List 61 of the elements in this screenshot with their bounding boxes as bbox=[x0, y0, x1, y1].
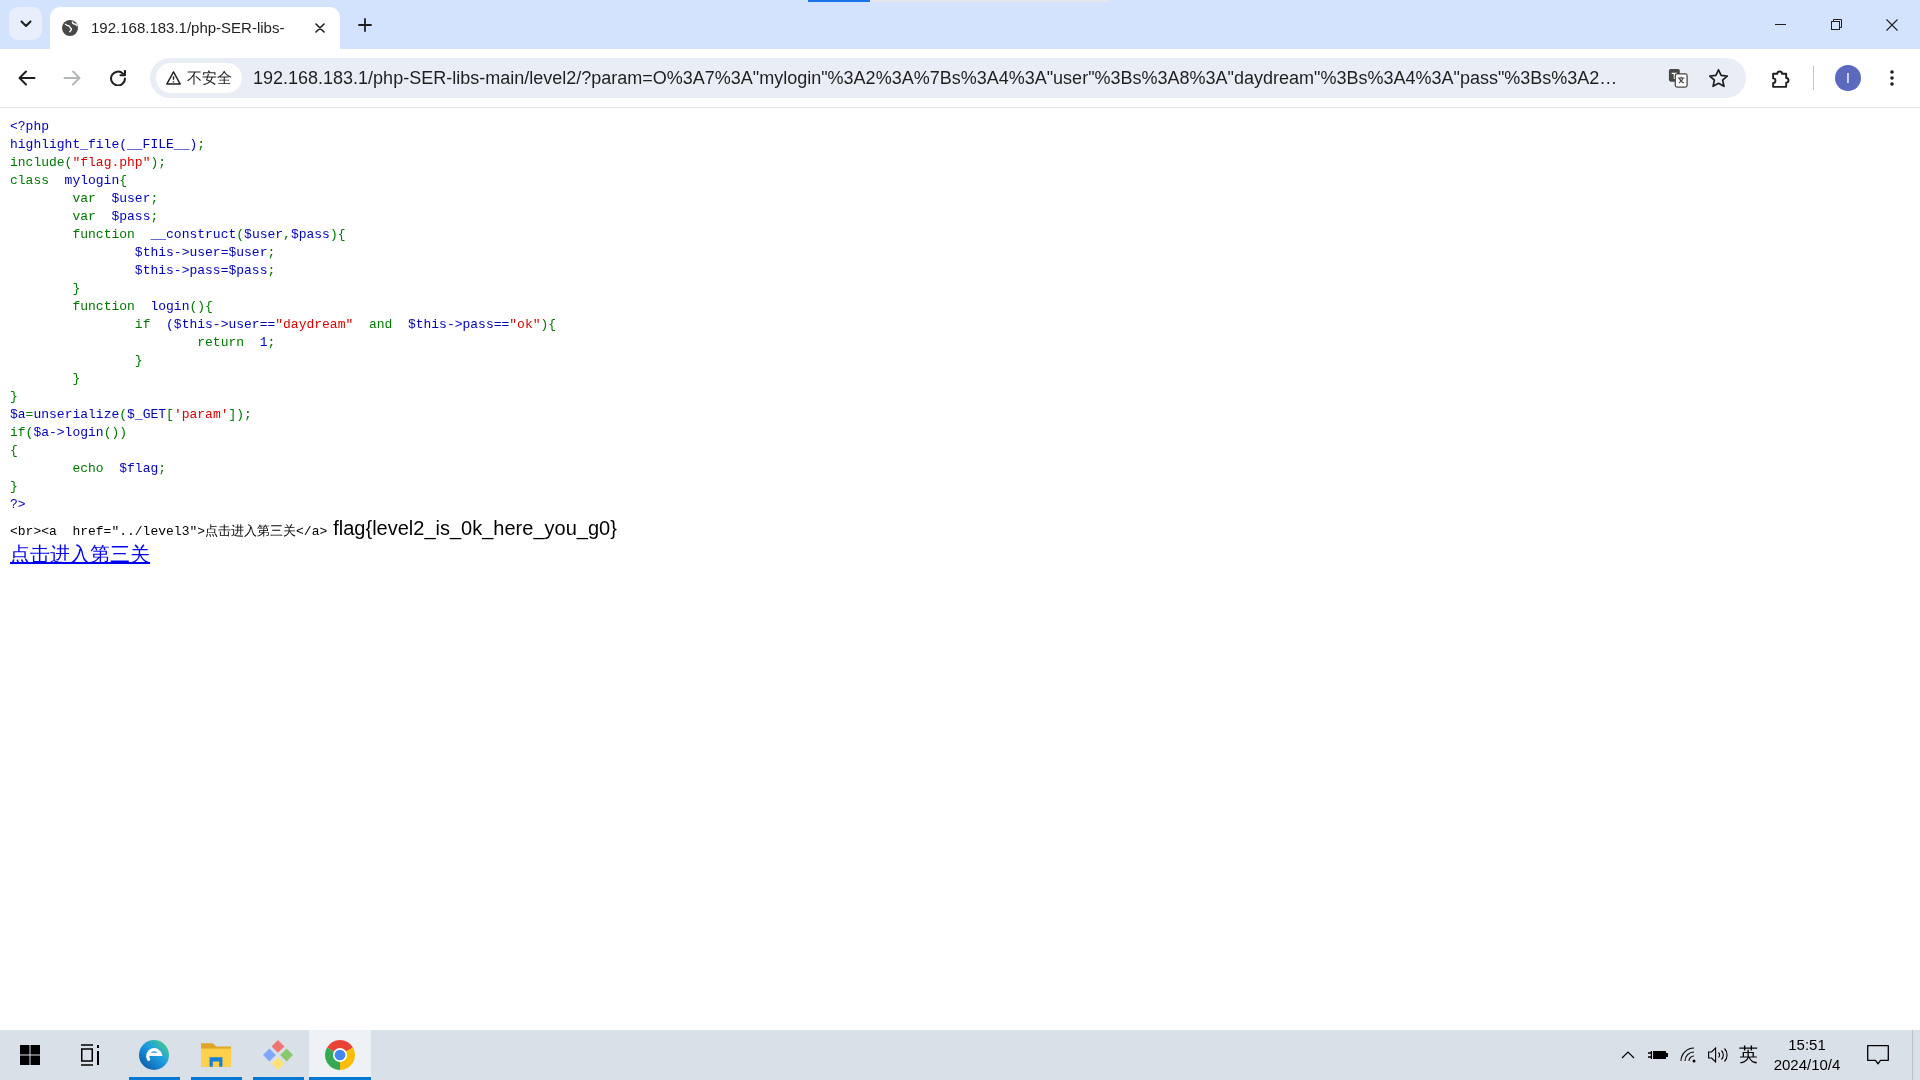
code-line: include("flag.php"); bbox=[10, 154, 167, 172]
code-line: var $user; bbox=[71, 190, 159, 208]
code-line: <br><a href="../level3">点击进入第三关</a> bbox=[10, 523, 328, 541]
translate-icon bbox=[1668, 68, 1688, 88]
code-line: } bbox=[71, 370, 81, 388]
code-line: <?php bbox=[10, 118, 49, 136]
close-icon bbox=[315, 23, 325, 33]
taskbar-app-button[interactable] bbox=[309, 1030, 371, 1080]
url-text[interactable]: 192.168.183.1/php-SER-libs-main/level2/?param=O%3A7%3A"mylogin"%3A2%3A%7Bs%3A4%3A"user"%3Bs%3A8%3A"daydream"%3Bs%3A4%3A"pass"%3Bs%3A2… bbox=[253, 64, 1662, 92]
code-line: } bbox=[10, 388, 18, 406]
code-line: function login(){ bbox=[71, 298, 213, 316]
code-line: return 1; bbox=[196, 334, 276, 352]
code-line: $a=unserialize($_GET['param']); bbox=[10, 406, 252, 424]
code-line: $this->user=$user; bbox=[133, 244, 276, 262]
code-line: $this->pass=$pass; bbox=[133, 262, 276, 280]
back-arrow-icon bbox=[18, 70, 36, 86]
plus-icon bbox=[358, 18, 372, 32]
code-line: } bbox=[71, 280, 81, 298]
restore-icon bbox=[1830, 19, 1842, 30]
code-line: echo $flag; bbox=[71, 460, 167, 478]
code-line: ?> bbox=[10, 496, 26, 514]
next-level-link[interactable]: 点击进入第三关 bbox=[10, 541, 150, 567]
code-line: var $pass; bbox=[71, 208, 159, 226]
code-line: } bbox=[133, 352, 143, 370]
input-method-indicator[interactable]: 英 bbox=[1733, 1040, 1763, 1070]
code-line: if($a->login()) bbox=[10, 424, 128, 442]
code-line: { bbox=[10, 442, 18, 460]
browser-tab[interactable]: 192.168.183.1/php-SER-libs- bbox=[50, 7, 340, 49]
code-line: } bbox=[10, 478, 18, 496]
chevron-up-icon bbox=[1621, 1051, 1635, 1059]
code-line: highlight_file(__FILE__); bbox=[10, 136, 206, 154]
minimize-icon bbox=[1774, 24, 1786, 25]
reload-icon bbox=[110, 70, 126, 86]
swirl-circle-icon bbox=[139, 1040, 169, 1070]
clock-time[interactable]: 15:51 bbox=[1788, 1035, 1826, 1055]
security-chip[interactable]: 不安全 bbox=[156, 63, 242, 93]
chevron-down-icon bbox=[19, 19, 32, 28]
puzzle-icon bbox=[1770, 68, 1790, 88]
tab-search-button[interactable] bbox=[9, 7, 42, 40]
task-view-icon bbox=[80, 1044, 100, 1066]
address-bar[interactable]: 不安全 192.168.183.1/php-SER-libs-main/level2/?param=O%3A7%3A"mylogin"%3A2%3A%7Bs%3A4%3A"user"%3Bs%3A8%3A"daydream"%3Bs%3A4%3A"pass"%3Bs%3A2… bbox=[150, 58, 1746, 98]
four-diamond-icon bbox=[263, 1040, 293, 1070]
close-icon bbox=[1886, 18, 1898, 31]
battery-plug-icon bbox=[1648, 1049, 1668, 1061]
tricolor-circle-icon bbox=[325, 1040, 355, 1070]
folder-icon bbox=[201, 1040, 231, 1070]
kebab-menu-icon bbox=[1890, 70, 1894, 86]
clock-date[interactable]: 2024/10/4 bbox=[1773, 1055, 1841, 1075]
flag-output-text: flag{level2_is_0k_here_you_g0} bbox=[333, 517, 617, 540]
code-line: function __construct($user,$pass){ bbox=[71, 226, 346, 244]
globe-icon bbox=[62, 20, 78, 36]
profile-button[interactable]: I bbox=[1835, 65, 1861, 91]
code-line: if ($this->user=="daydream" and $this->pass=="ok"){ bbox=[133, 316, 557, 334]
speaker-icon bbox=[1708, 1047, 1728, 1063]
code-line: class mylogin{ bbox=[10, 172, 128, 190]
forward-arrow-icon bbox=[63, 70, 81, 86]
star-icon bbox=[1708, 68, 1728, 88]
windows-logo-icon bbox=[20, 1045, 40, 1065]
wifi-icon bbox=[1680, 1047, 1696, 1063]
warning-icon bbox=[166, 71, 181, 85]
speech-bubble-icon bbox=[1867, 1045, 1889, 1065]
